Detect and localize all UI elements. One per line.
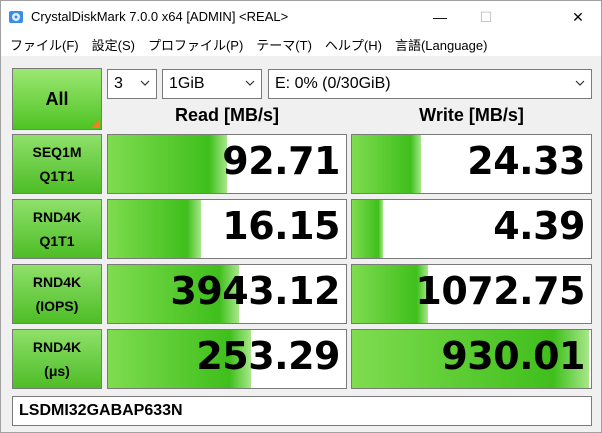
maximize-icon: ☐ xyxy=(479,8,493,25)
result-value: 24.33 xyxy=(467,139,585,183)
result-bar xyxy=(352,135,422,193)
corner-marker-icon xyxy=(91,119,100,128)
rnd4k-iops-write-result: 1072.75 xyxy=(351,264,592,324)
result-value: 1072.75 xyxy=(415,269,585,313)
test-label-line1: RND4K xyxy=(32,209,82,225)
read-column-header: Read [MB/s] xyxy=(174,105,279,125)
menu-settings[interactable]: 設定(S) xyxy=(87,35,140,54)
rnd4k-iops-button[interactable]: RND4K (IOPS) xyxy=(12,264,102,324)
run-all-button[interactable]: All xyxy=(12,68,102,130)
result-bar xyxy=(108,135,227,193)
window-title: CrystalDiskMark 7.0.0 x64 [ADMIN] <REAL> xyxy=(31,9,289,24)
run-all-label: All xyxy=(45,88,69,109)
rnd4k-latency-write-result: 930.01 xyxy=(351,329,592,389)
test-size-value: 1GiB xyxy=(169,75,205,92)
write-column-header: Write [MB/s] xyxy=(419,105,524,125)
close-button[interactable]: ✕ xyxy=(555,1,601,33)
menu-theme[interactable]: テーマ(T) xyxy=(251,35,317,54)
chevron-down-icon xyxy=(140,80,150,86)
rnd4k-iops-read-result: 3943.12 xyxy=(107,264,347,324)
close-icon: ✕ xyxy=(572,8,584,25)
minimize-icon: — xyxy=(433,9,447,25)
test-label-line2: (μs) xyxy=(44,363,70,379)
chevron-down-icon xyxy=(575,80,585,86)
drive-select[interactable]: E: 0% (0/30GiB) xyxy=(268,69,592,99)
menu-profile[interactable]: プロファイル(P) xyxy=(143,35,248,54)
app-window: CrystalDiskMark 7.0.0 x64 [ADMIN] <REAL>… xyxy=(0,0,602,433)
rnd4k-latency-read-result: 253.29 xyxy=(107,329,347,389)
title-bar: CrystalDiskMark 7.0.0 x64 [ADMIN] <REAL>… xyxy=(1,1,601,33)
result-value: 16.15 xyxy=(222,204,340,248)
chevron-down-icon xyxy=(245,80,255,86)
rnd4k-q1t1-read-result: 16.15 xyxy=(107,199,347,259)
comment-field[interactable]: LSDMI32GABAP633N xyxy=(12,396,592,426)
test-count-value: 3 xyxy=(114,75,123,92)
rnd4k-latency-button[interactable]: RND4K (μs) xyxy=(12,329,102,389)
menu-file[interactable]: ファイル(F) xyxy=(5,35,84,54)
result-value: 3943.12 xyxy=(170,269,340,313)
menu-language[interactable]: 言語(Language) xyxy=(390,35,493,54)
test-label-line1: RND4K xyxy=(32,339,82,355)
result-value: 930.01 xyxy=(441,334,585,378)
result-value: 253.29 xyxy=(196,334,340,378)
test-label-line2: (IOPS) xyxy=(35,298,79,314)
test-size-select[interactable]: 1GiB xyxy=(162,69,262,99)
rnd4k-q1t1-write-result: 4.39 xyxy=(351,199,592,259)
result-value: 92.71 xyxy=(222,139,340,183)
seq1m-write-result: 24.33 xyxy=(351,134,592,194)
result-bar xyxy=(352,200,384,258)
test-label-line1: SEQ1M xyxy=(32,144,82,160)
test-label-line2: Q1T1 xyxy=(39,168,75,184)
test-count-select[interactable]: 3 xyxy=(107,69,157,99)
maximize-button[interactable]: ☐ xyxy=(463,1,509,33)
menu-bar: ファイル(F) 設定(S) プロファイル(P) テーマ(T) ヘルプ(H) 言語… xyxy=(1,33,601,57)
drive-value: E: 0% (0/30GiB) xyxy=(275,75,391,92)
test-label-line1: RND4K xyxy=(32,274,82,290)
seq1m-read-result: 92.71 xyxy=(107,134,347,194)
menu-help[interactable]: ヘルプ(H) xyxy=(320,35,387,54)
minimize-button[interactable]: — xyxy=(417,1,463,33)
seq1m-q1t1-button[interactable]: SEQ1M Q1T1 xyxy=(12,134,102,194)
result-value: 4.39 xyxy=(493,204,585,248)
rnd4k-q1t1-button[interactable]: RND4K Q1T1 xyxy=(12,199,102,259)
test-label-line2: Q1T1 xyxy=(39,233,75,249)
result-bar xyxy=(108,200,201,258)
crystaldiskmark-app-icon xyxy=(9,11,23,23)
